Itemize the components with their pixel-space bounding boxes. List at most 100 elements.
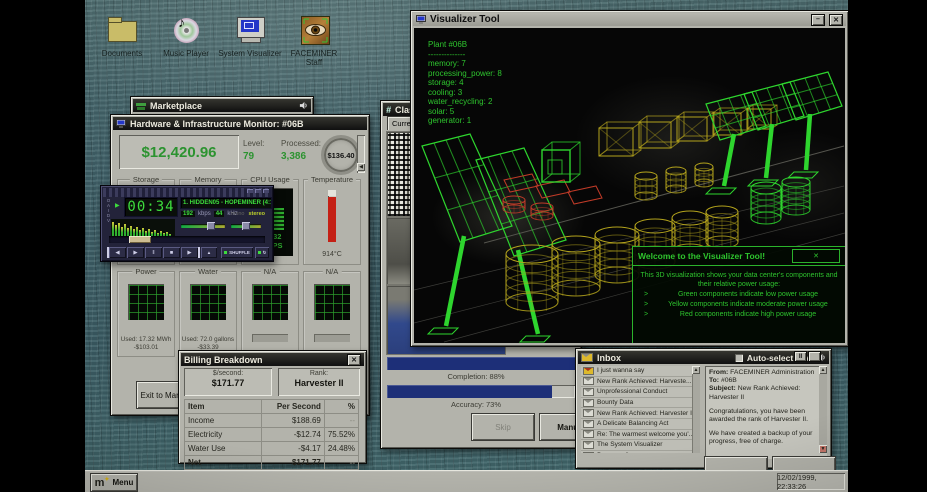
- folder-icon: [105, 16, 139, 46]
- icon-label: Music Player: [163, 49, 209, 58]
- channel-mode: mono stereo: [230, 211, 265, 217]
- seek-bar[interactable]: [109, 236, 265, 243]
- icon-label: System Visualizer: [218, 49, 282, 58]
- temperature-value: 914°C: [322, 251, 342, 258]
- close-button[interactable]: ✕: [347, 353, 361, 366]
- play-indicator-icon: ▶: [115, 203, 120, 209]
- envelope-icon: [583, 440, 594, 449]
- na-bar-1: [252, 334, 288, 342]
- level-stat: Level: 79: [243, 139, 265, 162]
- mail-item[interactable]: A Delicate Balancing Act: [581, 418, 700, 430]
- visualizer-window: Visualizer Tool – ✕ Plant #06B ---------…: [410, 10, 848, 347]
- na-group-2: N/A: [303, 267, 361, 357]
- next-button[interactable]: ▶: [181, 247, 200, 258]
- rate-panel: $/second: $171.77: [184, 368, 272, 396]
- monitor-titlebar[interactable]: Hardware & Infrastructure Monitor: #06B: [113, 117, 367, 130]
- table-header-row: Item Per Second %: [184, 399, 360, 414]
- mail-item[interactable]: New Rank Achieved: Harvester I: [581, 408, 700, 419]
- balance-display: $12,420.96: [119, 135, 239, 169]
- minimize-button[interactable]: –: [811, 13, 825, 26]
- na-chart-2: [314, 284, 350, 320]
- accuracy-bar: [387, 385, 575, 398]
- music-player-window: OAIDV ▶ 00:34 1. HIDDEN05 - HOPEMINER (4…: [100, 185, 274, 262]
- scroll-down-arrow[interactable]: ▼: [819, 445, 827, 453]
- pause-notifications-button[interactable]: II: [794, 351, 807, 362]
- shuffle-toggle[interactable]: SHUFFLE: [221, 247, 253, 258]
- track-title-display: 1. HIDDEN05 - HOPEMINER (4:17): [181, 198, 271, 208]
- pause-button[interactable]: ‖: [145, 247, 162, 258]
- window-title: Hardware & Infrastructure Monitor: #06B: [130, 118, 304, 129]
- desktop-icon-music-player[interactable]: ♪ Music Player: [154, 14, 218, 58]
- crt-screen: Documents ♪ Music Player System Visualiz…: [0, 0, 927, 492]
- window-title: Inbox: [597, 352, 621, 363]
- window-title: Marketplace: [150, 100, 203, 111]
- inbox-icon: [581, 353, 593, 362]
- completion-label: Completion: 88%: [447, 372, 505, 381]
- mail-list-scrollbar[interactable]: ▲: [692, 366, 700, 453]
- autoselect-checkbox[interactable]: [734, 353, 743, 362]
- spin-left-arrow[interactable]: ◀: [357, 163, 365, 171]
- processed-stat: Processed: 3,386: [281, 139, 322, 162]
- mail-item[interactable]: Re: The warmest welcome you'...: [581, 429, 700, 441]
- mail-item[interactable]: Unprofessional Conduct: [581, 387, 700, 398]
- loop-toggle[interactable]: ↻: [255, 247, 269, 258]
- inbox-titlebar[interactable]: Inbox Auto-select New: [578, 351, 829, 364]
- pane-options-button[interactable]: [808, 351, 821, 362]
- volume-slider[interactable]: [181, 222, 225, 230]
- bezel-left: [0, 0, 85, 492]
- bezel-right: [848, 0, 927, 492]
- skip-button[interactable]: Skip: [471, 413, 535, 441]
- visualizer-titlebar[interactable]: Visualizer Tool – ✕: [413, 13, 846, 26]
- mail-item[interactable]: The System Visualizer: [581, 440, 700, 451]
- menu-button[interactable]: m ✦ Menu: [90, 473, 138, 492]
- envelope-icon: [583, 409, 594, 418]
- close-button[interactable]: ✕: [829, 13, 843, 26]
- table-row[interactable]: Water Use -$4.17 24.48%: [184, 441, 360, 456]
- taskbar: m ✦ Menu 12/02/1999, 22:33:26: [85, 470, 848, 492]
- desktop-icon-documents[interactable]: Documents: [90, 16, 154, 58]
- stop-button[interactable]: ■: [163, 247, 180, 258]
- eject-button[interactable]: ▲: [201, 247, 217, 258]
- message-pane: From: FACEMINER Administration To: #06B …: [705, 366, 827, 459]
- mail-item[interactable]: New Rank Achieved: Harveste...: [581, 376, 700, 388]
- computer-icon: [233, 16, 267, 46]
- welcome-close-button[interactable]: ✕: [792, 249, 840, 263]
- sparkle-icon: ✦: [104, 476, 110, 483]
- balance-slider[interactable]: [231, 222, 261, 230]
- envelope-icon: [583, 398, 594, 407]
- marketplace-titlebar[interactable]: Marketplace: [133, 99, 311, 112]
- thermometer: [328, 190, 336, 242]
- table-row[interactable]: Electricity -$12.74 75.52%: [184, 427, 360, 442]
- temperature-group: Temperature 914°C: [303, 175, 361, 265]
- stream-info: 192 kbps 44 kHz: [181, 211, 238, 217]
- player-close[interactable]: [263, 189, 269, 193]
- envelope-icon: [583, 419, 594, 428]
- faceminer-logo: m: [94, 476, 105, 489]
- player-titlebar[interactable]: [103, 188, 271, 197]
- mail-item[interactable]: Downgrading: [581, 450, 700, 453]
- eye-icon: [297, 16, 331, 46]
- mail-item[interactable]: I just wanna say: [581, 366, 700, 377]
- desktop-icon-faceminer-staff[interactable]: FACEMINER Staff: [282, 16, 346, 67]
- shuffle-led: [224, 251, 228, 254]
- rate-spinner[interactable]: ◀: [357, 135, 365, 173]
- scroll-up-arrow[interactable]: ▲: [692, 366, 700, 374]
- billing-titlebar[interactable]: Billing Breakdown ✕: [181, 353, 364, 366]
- table-row[interactable]: Income $188.69 --: [184, 413, 360, 428]
- spectrum-analyzer: [111, 219, 175, 236]
- na-group-1: N/A: [241, 267, 299, 357]
- previous-button[interactable]: ◀: [107, 247, 126, 258]
- completion-bar: [387, 357, 575, 370]
- computer-icon: [416, 15, 426, 24]
- desktop-icon-system-visualizer[interactable]: System Visualizer: [218, 16, 282, 58]
- player-shade[interactable]: [255, 189, 261, 193]
- play-button[interactable]: ▶: [127, 247, 144, 258]
- speaker-icon[interactable]: [299, 101, 308, 110]
- scroll-up-arrow[interactable]: ▲: [819, 366, 827, 374]
- message-scrollbar[interactable]: ▲ ▼: [819, 366, 827, 453]
- mail-item[interactable]: Bounty Data: [581, 397, 700, 409]
- visualizer-viewport[interactable]: Plant #06B -------------- memory: 7 proc…: [414, 28, 845, 343]
- player-minimize[interactable]: [247, 189, 253, 193]
- inbox-window: Inbox Auto-select New I just wanna say N…: [575, 348, 836, 474]
- na-chart-1: [252, 284, 288, 320]
